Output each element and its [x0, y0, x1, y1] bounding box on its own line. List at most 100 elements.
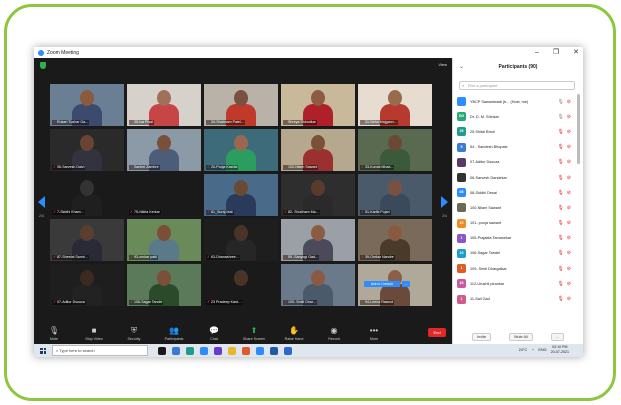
- mic-icon[interactable]: 🎙︎: [557, 159, 563, 165]
- language-indicator[interactable]: ENG: [538, 348, 546, 352]
- page-indicator-left: 2/4: [39, 214, 44, 218]
- share-screen-button[interactable]: ⬆ Share Screen: [234, 322, 274, 344]
- next-page-arrow-icon[interactable]: [441, 196, 448, 208]
- tile-name-label: ✗87-Sheetal Samir...: [52, 255, 89, 260]
- chat-button[interactable]: 💬 Chat: [194, 322, 234, 344]
- taskbar-app-icon[interactable]: [172, 346, 180, 355]
- mic-icon[interactable]: 🎙︎: [557, 175, 563, 181]
- ask-to-unmute-button[interactable]: Ask to Unmute: [364, 281, 400, 287]
- participant-row[interactable]: 25 25-Shital Bhoir 🎙︎ ⊘: [457, 124, 573, 139]
- taskbar-app-icon[interactable]: [228, 346, 236, 355]
- tray-chevron-icon[interactable]: ⌃: [531, 348, 534, 353]
- security-shield-icon[interactable]: [40, 62, 46, 69]
- participant-search-input[interactable]: ⌕ Find a participant: [459, 81, 575, 90]
- video-tile[interactable]: ✗87-Sheetal Samir...: [50, 219, 124, 261]
- tile-name-label: ✗Sanket Zambre: [129, 165, 160, 170]
- video-tile[interactable]: ✗34-Shabnam Patel...: [204, 84, 278, 126]
- mic-icon[interactable]: 🎙︎: [557, 296, 563, 302]
- video-tile[interactable]: ✗Shreya Shirodkar: [281, 84, 355, 126]
- stop-video-button[interactable]: ■ Stop Video: [74, 322, 114, 344]
- mic-icon[interactable]: 🎙︎: [557, 235, 563, 241]
- mic-icon[interactable]: 🎙︎: [557, 99, 563, 105]
- mic-icon[interactable]: 🎙︎: [557, 190, 563, 196]
- raise-hand-button[interactable]: ✋ Raise Hand: [274, 322, 314, 344]
- taskbar-app-icon[interactable]: [158, 346, 166, 355]
- video-tile[interactable]: ✗109- Smiti Dhar...: [281, 264, 355, 306]
- taskbar-search-input[interactable]: ⌕ Type here to search: [52, 345, 148, 356]
- video-tile[interactable]: ✗61_Suraj Mali: [204, 174, 278, 216]
- participant-row[interactable]: 1 105-Prajakta Tamanekar 🎙︎ ⊘: [457, 231, 573, 246]
- invite-button[interactable]: Invite: [472, 333, 492, 341]
- video-tile[interactable]: ✗100-Nilam Sawant: [281, 129, 355, 171]
- video-tile[interactable]: ✗39-Omkar Nandre: [358, 219, 432, 261]
- video-tile[interactable]: ✗51-Kartik Pujari: [358, 174, 432, 216]
- maximize-button[interactable]: ❐: [553, 47, 559, 58]
- video-tile[interactable]: ✗106-Sagar Tandel: [127, 264, 201, 306]
- taskbar-app-icon[interactable]: [270, 346, 278, 355]
- mic-icon[interactable]: 🎙︎: [557, 205, 563, 211]
- tile-more-button[interactable]: …: [402, 281, 410, 287]
- mic-icon[interactable]: 🎙︎: [557, 144, 563, 150]
- security-button[interactable]: ⛨ Security: [114, 322, 154, 344]
- minimize-button[interactable]: –: [535, 47, 539, 58]
- more-button[interactable]: ••• More: [354, 322, 394, 344]
- participant-list-scrollbar[interactable]: [577, 94, 580, 164]
- participant-row[interactable]: 1S 112-Urushti pirankar 🎙︎ ⊘: [457, 276, 573, 291]
- mute-button[interactable]: 🎙 Mute: [34, 322, 74, 344]
- participant-row[interactable]: 08 08-Siddhi Desai 🎙︎ ⊘: [457, 185, 573, 200]
- record-button[interactable]: ◉ Record: [314, 322, 354, 344]
- video-tile[interactable]: ✗59 -Sanyogi Gad...: [281, 219, 355, 261]
- participant-row[interactable]: 1 11-Sail Gad 🎙︎ ⊘: [457, 291, 573, 306]
- participant-head: [311, 90, 325, 106]
- mute-all-button[interactable]: Mute All: [509, 333, 533, 341]
- participant-row[interactable]: 5 54 - Sandesh Bhopale 🎙︎ ⊘: [457, 140, 573, 155]
- video-tile[interactable]: ✗Rukari Tushar Ga...: [50, 84, 124, 126]
- close-button[interactable]: ✕: [573, 47, 579, 58]
- taskbar-app-icon[interactable]: [214, 346, 222, 355]
- video-tile[interactable]: ✗Sanket Zambre: [127, 129, 201, 171]
- participant-row[interactable]: DD Dr. D. M. Shinkar 🎙︎ ⊘: [457, 109, 573, 124]
- participants-button[interactable]: 👥 Participants: [154, 322, 194, 344]
- taskbar-app-icon[interactable]: [256, 346, 264, 355]
- previous-page-arrow-icon[interactable]: [38, 196, 45, 208]
- video-tile[interactable]: ✗35-Isa Pisal: [127, 84, 201, 126]
- video-tile[interactable]: ✗20-Pooja Kashid: [204, 129, 278, 171]
- taskbar-app-icon[interactable]: [242, 346, 250, 355]
- mic-icon[interactable]: 🎙︎: [557, 220, 563, 226]
- participant-row[interactable]: YBCP Sawantwadi (b... (Host, me) 🎙︎ ⊘: [457, 94, 573, 109]
- taskbar-app-icon[interactable]: [186, 346, 194, 355]
- taskbar-app-icon[interactable]: [200, 346, 208, 355]
- windows-start-icon[interactable]: [40, 347, 46, 354]
- mic-icon[interactable]: 🎙︎: [557, 281, 563, 287]
- mic-icon[interactable]: 🎙︎: [557, 266, 563, 272]
- tile-name-label: ✗82- Shubham Ma...: [283, 210, 320, 215]
- mic-icon[interactable]: 🎙︎: [557, 129, 563, 135]
- video-tile[interactable]: ✗23 Pradeep Kant...: [204, 264, 278, 306]
- mic-icon[interactable]: 🎙︎: [557, 114, 563, 120]
- participant-row[interactable]: 07-Aditor Dsouza 🎙︎ ⊘: [457, 155, 573, 170]
- tile-name: 63-Dhanashree...: [211, 255, 239, 259]
- participants-more-button[interactable]: ...: [550, 333, 564, 341]
- video-tile[interactable]: ✗7-Siddhi Kham...: [50, 174, 124, 216]
- participant-row[interactable]: 10 101- pooja sawant 🎙︎ ⊘: [457, 216, 573, 231]
- participant-row[interactable]: 10 106-Sagar Tandel 🎙︎ ⊘: [457, 246, 573, 261]
- video-tile[interactable]: ✗63-Dhanashree...: [204, 219, 278, 261]
- video-tile[interactable]: ✗07-Aditor Dsouza: [50, 264, 124, 306]
- muted-mic-icon: ✗: [284, 120, 288, 124]
- end-meeting-button[interactable]: End: [428, 328, 446, 337]
- participant-name: 54 - Sandesh Bhopale: [470, 145, 508, 150]
- participant-row[interactable]: 100-Nilam Sawant 🎙︎ ⊘: [457, 200, 573, 215]
- video-tile[interactable]: ✗75-Nikita Kerkar: [127, 174, 201, 216]
- video-tile[interactable]: ✗31-Neha Majgaon...: [358, 84, 432, 126]
- video-tile[interactable]: ✗82- Shubham Ma...: [281, 174, 355, 216]
- participant-row[interactable]: 06-Sarvesh Dandekar 🎙︎ ⊘: [457, 170, 573, 185]
- taskbar-app-icon[interactable]: [284, 346, 292, 355]
- video-tile[interactable]: ✗06-Sarvesh Dalvi: [50, 129, 124, 171]
- clock[interactable]: 03:10 PM 20-07-2021: [551, 345, 569, 355]
- video-tile[interactable]: ✗33-Komal Mhad...: [358, 129, 432, 171]
- participant-status: 🎙︎ ⊘: [557, 266, 571, 272]
- participant-row[interactable]: 1 109- Smiti Dhargalkar 🎙︎ ⊘: [457, 261, 573, 276]
- view-button[interactable]: View: [438, 62, 447, 67]
- video-tile[interactable]: ✗93-omkar patil: [127, 219, 201, 261]
- mic-icon[interactable]: 🎙︎: [557, 250, 563, 256]
